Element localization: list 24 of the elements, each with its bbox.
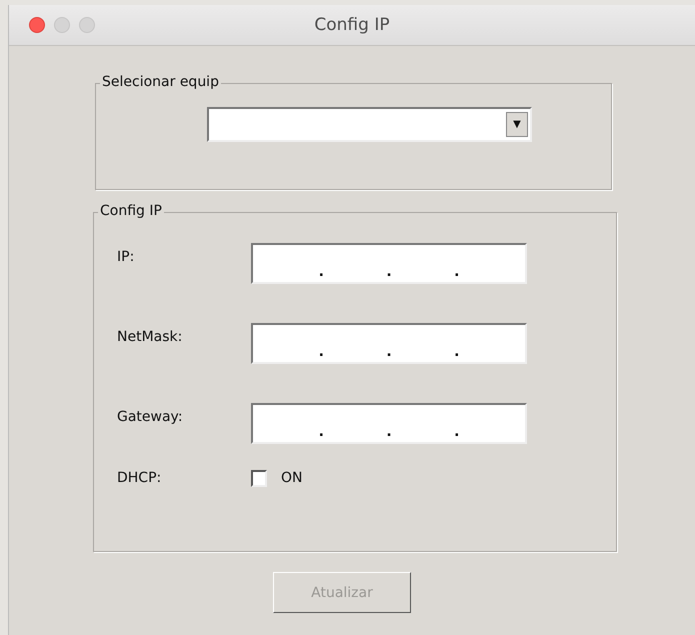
ip-address-field[interactable]: . . . — [251, 243, 527, 284]
field-label: NetMask: — [117, 328, 184, 345]
field-label: IP: — [117, 248, 136, 265]
ip-address-field[interactable]: . . . — [251, 403, 527, 444]
octet-separator: . — [386, 345, 392, 359]
ip-address-field[interactable]: . . . — [251, 323, 527, 364]
octet-separator: . — [454, 425, 460, 439]
octet-separator: . — [318, 345, 324, 359]
window-title: Config IP — [314, 15, 390, 35]
octet-separator: . — [454, 345, 460, 359]
checkbox-label: ON — [281, 470, 302, 486]
group-label: Selecionar equip — [100, 74, 221, 90]
octet-separator: . — [318, 265, 324, 279]
dropdown-arrow-button[interactable]: ▼ — [506, 112, 528, 137]
octet-separator: . — [386, 265, 392, 279]
checkbox[interactable] — [251, 470, 267, 486]
close-button[interactable] — [29, 17, 45, 33]
octet-separator: . — [386, 425, 392, 439]
group-label: Config IP — [98, 203, 164, 219]
field-label: Gateway: — [117, 408, 184, 425]
field-label: DHCP: — [117, 470, 162, 486]
octet-separator: . — [454, 265, 460, 279]
octet-separator: . — [318, 425, 324, 439]
device-dropdown[interactable]: ▼ — [207, 107, 532, 142]
